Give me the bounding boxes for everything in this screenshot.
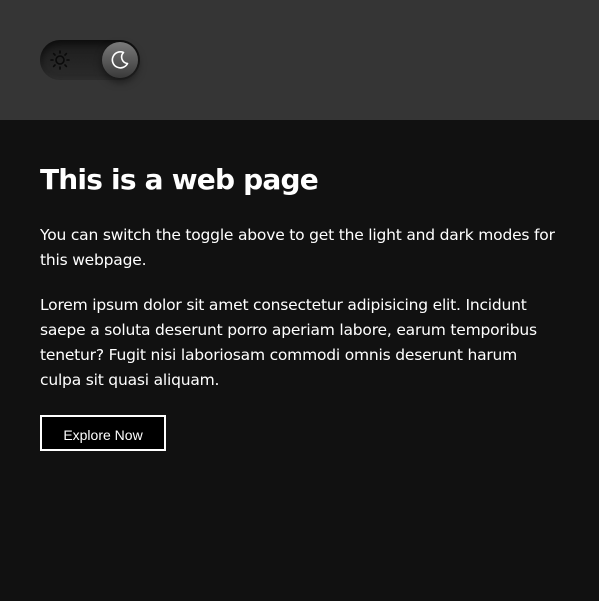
explore-now-button[interactable]: Explore Now [40, 415, 166, 451]
body-paragraph: Lorem ipsum dolor sit amet consectetur a… [40, 296, 537, 389]
sun-icon [50, 50, 70, 70]
header-bar [0, 0, 599, 120]
toggle-knob[interactable] [102, 42, 138, 78]
intro-paragraph: You can switch the toggle above to get t… [40, 226, 555, 269]
theme-toggle[interactable] [40, 40, 140, 80]
page-title: This is a web page [40, 163, 319, 196]
main-content: This is a web page You can switch the to… [40, 160, 560, 451]
moon-icon [111, 51, 129, 69]
